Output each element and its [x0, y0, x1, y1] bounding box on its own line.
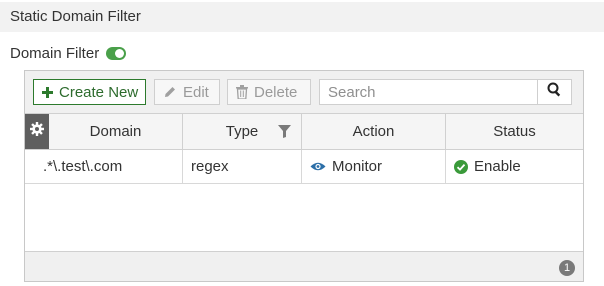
cell-status-label: Enable [474, 158, 521, 175]
trash-icon [236, 85, 248, 99]
column-header-action[interactable]: Action [302, 114, 446, 149]
gear-icon [30, 114, 44, 149]
eye-icon [310, 161, 326, 172]
table-row[interactable]: .*\.test\.com regex Monitor Enable [25, 150, 583, 184]
column-header-domain[interactable]: Domain [49, 114, 183, 149]
cell-type: regex [183, 150, 302, 183]
section-title: Static Domain Filter [0, 2, 604, 32]
cell-domain: .*\.test\.com [25, 150, 183, 183]
column-settings-button[interactable] [25, 114, 49, 149]
cell-action: Monitor [302, 150, 446, 183]
create-new-button[interactable]: Create New [33, 79, 146, 105]
table-footer: 1 [25, 251, 583, 281]
column-header-type-label: Type [225, 123, 259, 140]
cell-status: Enable [446, 150, 583, 183]
column-header-status[interactable]: Status [446, 114, 583, 149]
check-circle-icon [454, 159, 468, 174]
edit-label: Edit [183, 83, 209, 101]
column-header-type[interactable]: Type [183, 114, 302, 149]
delete-label: Delete [254, 83, 298, 101]
domain-filter-label: Domain Filter [10, 44, 100, 62]
create-new-label: Create New [59, 83, 139, 101]
filter-icon[interactable] [278, 125, 291, 138]
table-header: Domain Type Action Status [25, 113, 583, 150]
domain-filter-row: Domain Filter [10, 43, 127, 63]
pencil-icon [163, 85, 177, 99]
delete-button[interactable]: Delete [227, 79, 311, 105]
plus-icon [42, 86, 53, 98]
row-count-badge: 1 [559, 260, 575, 276]
search-button[interactable] [537, 79, 572, 105]
edit-button[interactable]: Edit [154, 79, 220, 105]
search-input[interactable] [319, 79, 538, 105]
domain-filter-panel: Create New Edit Delete Search Domain Typ… [24, 70, 584, 282]
toolbar: Create New Edit Delete [25, 71, 583, 113]
domain-filter-toggle[interactable] [106, 46, 127, 60]
search-icon [547, 82, 562, 102]
cell-action-label: Monitor [332, 158, 383, 175]
